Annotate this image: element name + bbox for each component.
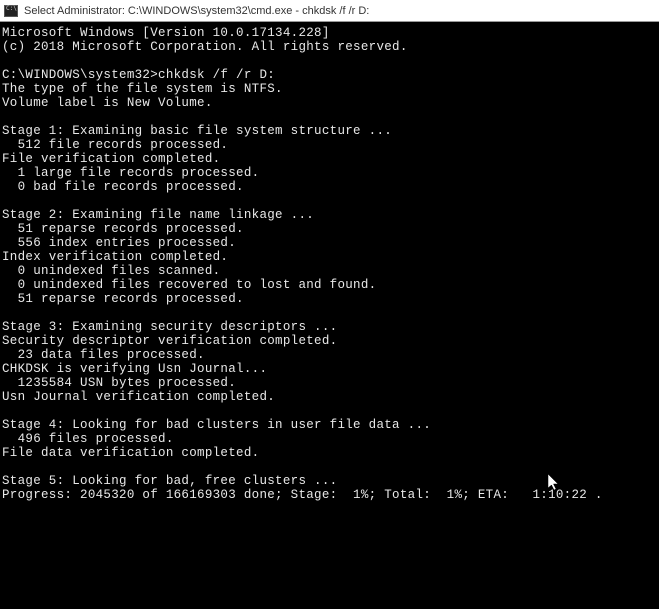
terminal-output[interactable]: Microsoft Windows [Version 10.0.17134.22…: [0, 22, 659, 609]
console-line: 496 files processed.: [2, 432, 174, 446]
console-line: File verification completed.: [2, 152, 220, 166]
console-line: 0 bad file records processed.: [2, 180, 244, 194]
console-prompt: C:\WINDOWS\system32>chkdsk /f /r D:: [2, 68, 275, 82]
console-line: File data verification completed.: [2, 446, 259, 460]
console-line: Microsoft Windows [Version 10.0.17134.22…: [2, 26, 330, 40]
progress-line: Progress: 2045320 of 166169303 done; Sta…: [2, 488, 603, 502]
stage-header: Stage 2: Examining file name linkage ...: [2, 208, 314, 222]
console-line: 51 reparse records processed.: [2, 222, 244, 236]
console-line: 0 unindexed files recovered to lost and …: [2, 278, 376, 292]
stage-header: Stage 1: Examining basic file system str…: [2, 124, 392, 138]
console-line: 556 index entries processed.: [2, 236, 236, 250]
console-line: Security descriptor verification complet…: [2, 334, 337, 348]
window-titlebar[interactable]: Select Administrator: C:\WINDOWS\system3…: [0, 0, 659, 22]
console-line: The type of the file system is NTFS.: [2, 82, 283, 96]
console-line: (c) 2018 Microsoft Corporation. All righ…: [2, 40, 408, 54]
stage-header: Stage 3: Examining security descriptors …: [2, 320, 337, 334]
console-line: Index verification completed.: [2, 250, 228, 264]
console-line: 512 file records processed.: [2, 138, 228, 152]
stage-header: Stage 4: Looking for bad clusters in use…: [2, 418, 431, 432]
console-line: 1235584 USN bytes processed.: [2, 376, 236, 390]
console-line: Volume label is New Volume.: [2, 96, 213, 110]
console-line: CHKDSK is verifying Usn Journal...: [2, 362, 267, 376]
window-title: Select Administrator: C:\WINDOWS\system3…: [24, 5, 369, 17]
console-line: 51 reparse records processed.: [2, 292, 244, 306]
console-line: 0 unindexed files scanned.: [2, 264, 220, 278]
stage-header: Stage 5: Looking for bad, free clusters …: [2, 474, 337, 488]
console-line: 23 data files processed.: [2, 348, 205, 362]
console-line: Usn Journal verification completed.: [2, 390, 275, 404]
cmd-icon: [4, 5, 18, 17]
console-line: 1 large file records processed.: [2, 166, 259, 180]
